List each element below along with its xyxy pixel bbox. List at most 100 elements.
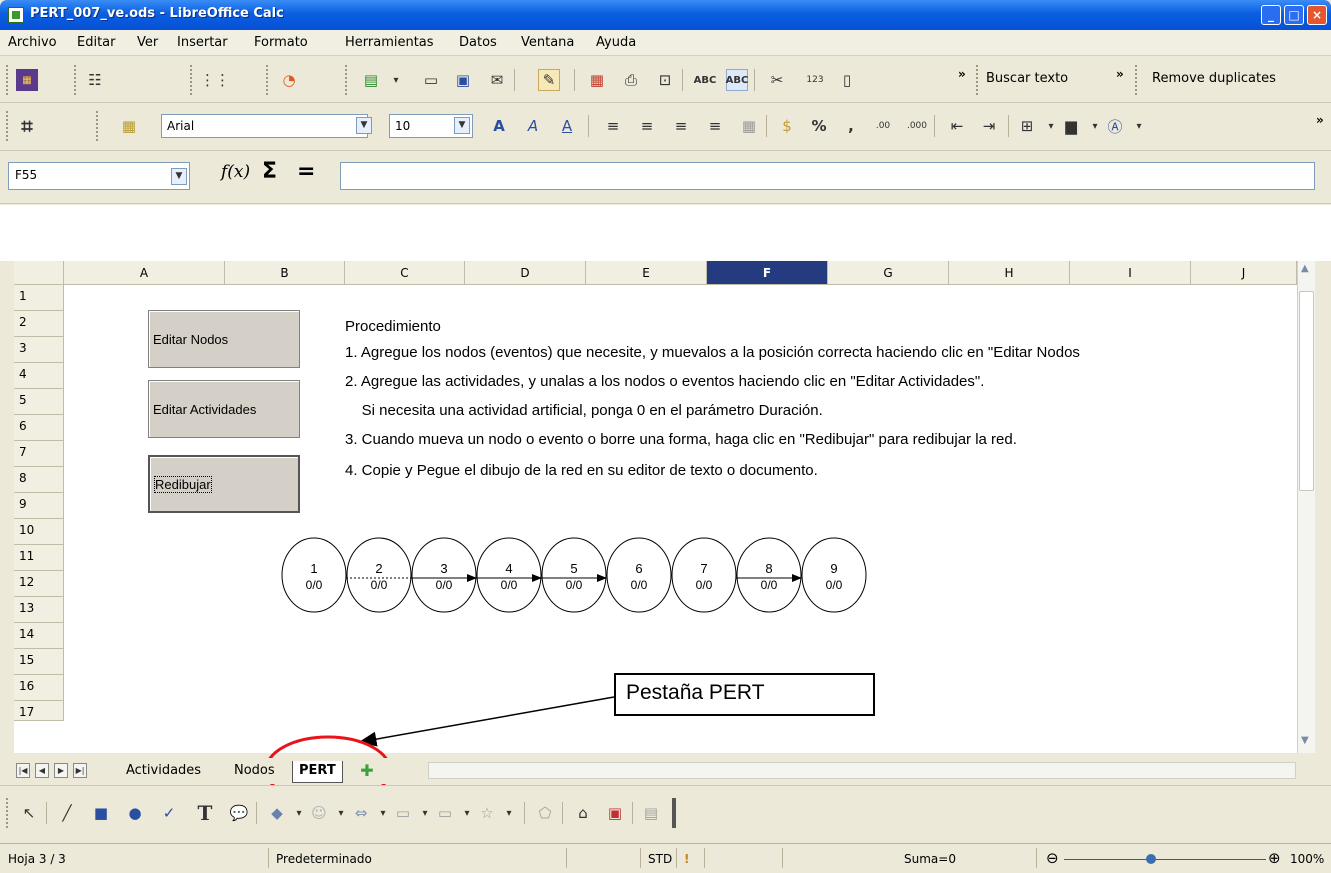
align-right-icon[interactable]: ≡ bbox=[670, 115, 692, 137]
menu-ver[interactable]: Ver bbox=[137, 35, 158, 50]
macro-icon[interactable]: ▦ bbox=[16, 69, 38, 91]
dropdown-arrow-icon[interactable]: ▾ bbox=[414, 802, 436, 824]
decrease-indent-icon[interactable]: ⇤ bbox=[946, 115, 968, 137]
ellipse-icon[interactable]: ● bbox=[124, 802, 146, 824]
row-header[interactable]: 17 bbox=[14, 701, 64, 721]
row-header[interactable]: 7 bbox=[14, 441, 64, 467]
scroll-down-icon[interactable]: ▼ bbox=[1301, 735, 1309, 746]
list-icon[interactable]: ☷ bbox=[84, 69, 106, 91]
toolbar-overflow-icon[interactable]: » bbox=[1316, 113, 1324, 127]
prev-sheet-icon[interactable]: ◀ bbox=[35, 763, 49, 778]
toolbar-grip[interactable] bbox=[1135, 65, 1139, 95]
maximize-button[interactable]: □ bbox=[1284, 5, 1304, 25]
borders-icon[interactable]: ⊞ bbox=[1016, 115, 1038, 137]
column-header-h[interactable]: H bbox=[949, 261, 1070, 285]
row-header[interactable]: 16 bbox=[14, 675, 64, 701]
row-header[interactable]: 8 bbox=[14, 467, 64, 493]
pert-network[interactable]: 1 0/0 2 0/0 3 0/0 4 0/0 5 0/0 6 0/0 7 0/… bbox=[280, 535, 880, 615]
row-header[interactable]: 14 bbox=[14, 623, 64, 649]
extrusion-icon[interactable]: ▤ bbox=[640, 802, 662, 824]
bold-icon[interactable]: A bbox=[488, 115, 510, 137]
flowchart-icon[interactable]: ▭ bbox=[392, 802, 414, 824]
sum-indicator[interactable]: Suma=0 bbox=[904, 852, 956, 866]
add-decimal-icon[interactable]: .00 bbox=[872, 115, 894, 137]
dropdown-arrow-icon[interactable]: ▾ bbox=[1084, 115, 1106, 137]
column-header-c[interactable]: C bbox=[345, 261, 465, 285]
export-pdf-icon[interactable]: ▦ bbox=[586, 69, 608, 91]
row-header[interactable]: 1 bbox=[14, 285, 64, 311]
underline-icon[interactable]: A bbox=[556, 115, 578, 137]
line-icon[interactable]: ╱ bbox=[56, 802, 78, 824]
menu-formato[interactable]: Formato bbox=[254, 35, 308, 50]
zoom-out-icon[interactable]: ⊖ bbox=[1046, 849, 1059, 867]
menu-herramientas[interactable]: Herramientas bbox=[345, 35, 434, 50]
name-box[interactable]: F55 ▼ bbox=[8, 162, 190, 190]
column-header-d[interactable]: D bbox=[465, 261, 586, 285]
selection-mode[interactable]: STD bbox=[648, 852, 672, 866]
toolbar-grip[interactable] bbox=[6, 111, 10, 141]
block-arrows-icon[interactable]: ⇔ bbox=[350, 802, 372, 824]
vertical-scrollbar[interactable]: ▲ ▼ bbox=[1297, 261, 1315, 753]
background-color-icon[interactable]: ▆ bbox=[1060, 115, 1082, 137]
sheet-tab-pert[interactable]: PERT bbox=[292, 761, 343, 783]
autospell-icon[interactable]: ABC bbox=[726, 69, 748, 91]
column-header-i[interactable]: I bbox=[1070, 261, 1191, 285]
toolbar-grip[interactable] bbox=[6, 65, 10, 95]
open-folder-icon[interactable]: ▭ bbox=[420, 69, 442, 91]
points-icon[interactable]: ⬠ bbox=[534, 802, 556, 824]
row-header[interactable]: 10 bbox=[14, 519, 64, 545]
spreadsheet-grid[interactable]: A B C D E F G H I J 1 2 3 4 5 6 7 8 9 10… bbox=[0, 205, 1331, 753]
sheet-tab-actividades[interactable]: Actividades bbox=[120, 761, 207, 783]
close-button[interactable]: × bbox=[1307, 5, 1327, 25]
merge-cells-icon[interactable]: ▦ bbox=[738, 115, 760, 137]
pert-node-2[interactable]: 2 0/0 bbox=[346, 537, 412, 613]
menu-editar[interactable]: Editar bbox=[77, 35, 116, 50]
first-sheet-icon[interactable]: |◀ bbox=[16, 763, 30, 778]
menu-archivo[interactable]: Archivo bbox=[8, 35, 57, 50]
remove-duplicates-label[interactable]: Remove duplicates bbox=[1152, 71, 1276, 86]
toolbar-grip[interactable] bbox=[74, 65, 78, 95]
select-all-corner[interactable] bbox=[14, 261, 64, 285]
row-header[interactable]: 9 bbox=[14, 493, 64, 519]
columns-icon[interactable]: ⋮⋮ bbox=[200, 69, 230, 91]
font-name-dropdown-icon[interactable]: ▼ bbox=[356, 117, 372, 134]
redraw-button[interactable]: Redibujar bbox=[148, 455, 300, 513]
toolbar-grip[interactable] bbox=[96, 111, 100, 141]
column-header-b[interactable]: B bbox=[225, 261, 345, 285]
zoom-slider-thumb[interactable] bbox=[1146, 854, 1156, 864]
pert-node-8[interactable]: 8 0/0 bbox=[736, 537, 802, 613]
currency-icon[interactable]: $ bbox=[776, 115, 798, 137]
dropdown-arrow-icon[interactable]: ▾ bbox=[498, 802, 520, 824]
column-header-a[interactable]: A bbox=[64, 261, 225, 285]
row-header[interactable]: 13 bbox=[14, 597, 64, 623]
pert-node-3[interactable]: 3 0/0 bbox=[411, 537, 477, 613]
increase-indent-icon[interactable]: ⇥ bbox=[978, 115, 1000, 137]
column-header-f[interactable]: F bbox=[707, 261, 828, 285]
pert-node-4[interactable]: 4 0/0 bbox=[476, 537, 542, 613]
remove-decimal-icon[interactable]: .000 bbox=[906, 115, 928, 137]
scroll-up-icon[interactable]: ▲ bbox=[1301, 263, 1309, 274]
toolbar-grip[interactable] bbox=[266, 65, 270, 95]
row-header[interactable]: 11 bbox=[14, 545, 64, 571]
menu-insertar[interactable]: Insertar bbox=[177, 35, 228, 50]
thousands-icon[interactable]: , bbox=[840, 115, 862, 137]
font-name-box[interactable]: Arial bbox=[161, 114, 368, 138]
formula-input[interactable] bbox=[340, 162, 1315, 190]
email-icon[interactable]: ✉ bbox=[486, 69, 508, 91]
toolbar-grip[interactable] bbox=[345, 65, 349, 95]
toolbar-grip[interactable] bbox=[976, 65, 980, 95]
dropdown-arrow-icon[interactable]: ▾ bbox=[330, 802, 352, 824]
scroll-thumb[interactable] bbox=[1299, 291, 1314, 491]
page-style[interactable]: Predeterminado bbox=[276, 852, 372, 866]
pert-node-6[interactable]: 6 0/0 bbox=[606, 537, 672, 613]
toolbar-overflow-icon[interactable]: » bbox=[1116, 67, 1124, 81]
image-from-file-icon[interactable]: ▣ bbox=[604, 802, 626, 824]
dropdown-arrow-icon[interactable]: ▾ bbox=[288, 802, 310, 824]
horizontal-scrollbar[interactable] bbox=[428, 762, 1296, 779]
row-header[interactable]: 4 bbox=[14, 363, 64, 389]
text-icon[interactable]: T bbox=[194, 801, 216, 825]
next-sheet-icon[interactable]: ▶ bbox=[54, 763, 68, 778]
paste-icon[interactable]: ▯ bbox=[836, 69, 858, 91]
dropdown-arrow-icon[interactable]: ▾ bbox=[1040, 115, 1062, 137]
copy-icon[interactable]: 123 bbox=[804, 69, 826, 91]
